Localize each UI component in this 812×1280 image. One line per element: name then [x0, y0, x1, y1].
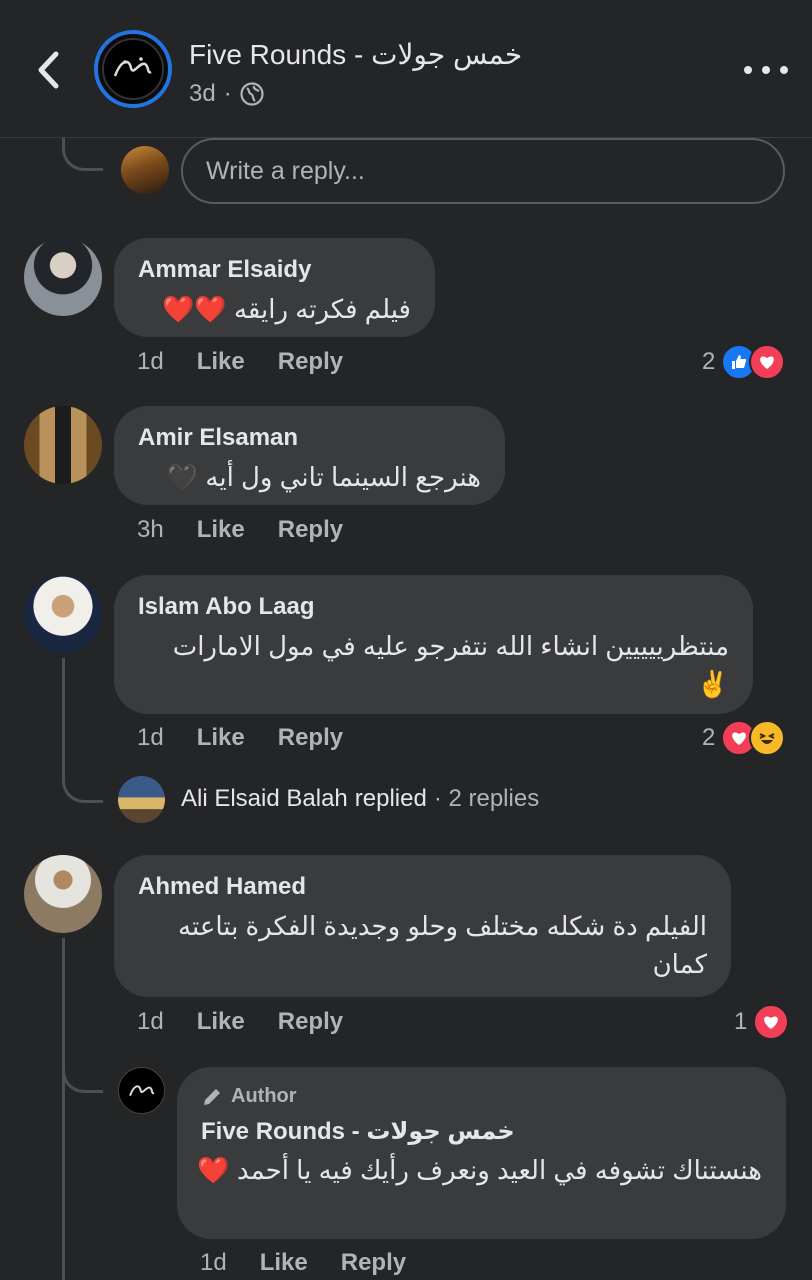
comment-author[interactable]: Ammar Elsaidy [138, 256, 311, 284]
comment-author[interactable]: Five Rounds - خمس جولات [201, 1117, 515, 1146]
chevron-left-icon [38, 51, 59, 89]
comment-bubble: Ammar Elsaidy فيلم فكرته رايقه ❤️❤️ [114, 238, 435, 337]
globe-icon [240, 82, 264, 106]
replies-count: · 2 replies [433, 785, 540, 812]
author-badge: Author [201, 1085, 297, 1108]
post-time[interactable]: 3d [189, 80, 216, 108]
like-link[interactable]: Like [197, 724, 245, 752]
comment-bubble: Amir Elsaman هنرجع السينما تاني ول أيه 🖤 [114, 406, 505, 505]
reply-link[interactable]: Reply [278, 348, 343, 376]
comment-text: فيلم فكرته رايقه ❤️❤️ [161, 294, 411, 324]
thread-line [62, 658, 65, 768]
thread-connector [62, 760, 103, 803]
more-options-button[interactable] [744, 60, 788, 80]
comment-time[interactable]: 3h [137, 516, 164, 544]
reply-link[interactable]: Reply [278, 724, 343, 752]
comment-bubble: Ahmed Hamed الفيلم دة شكله مختلف وحلو وج… [114, 855, 731, 997]
author-reply-avatar[interactable] [118, 1067, 165, 1114]
replier-name: Ali Elsaid Balah [181, 785, 348, 812]
replied-label: replied [354, 785, 427, 812]
author-reply-bubble: Author Five Rounds - خمس جولات هنستناك ت… [177, 1067, 786, 1239]
comment-text: هنستناك تشوفه في العيد ونعرف رأيك فيه يا… [197, 1155, 762, 1185]
thread-line [62, 938, 65, 1280]
reaction-count: 2 [702, 348, 716, 375]
like-link[interactable]: Like [260, 1249, 308, 1277]
comment-author[interactable]: Ahmed Hamed [138, 873, 306, 901]
reaction-count: 1 [734, 1008, 748, 1035]
comment-author[interactable]: Islam Abo Laag [138, 593, 314, 621]
post-meta: 3d · [189, 80, 264, 108]
back-button[interactable] [30, 48, 66, 92]
comment-time[interactable]: 1d [200, 1249, 227, 1277]
page-title[interactable]: Five Rounds - خمس جولات [189, 38, 522, 71]
like-link[interactable]: Like [197, 348, 245, 376]
reaction-summary[interactable]: 2 [702, 720, 786, 756]
comment-text: هنرجع السينما تاني ول أيه 🖤 [165, 462, 481, 492]
comment-time[interactable]: 1d [137, 1008, 164, 1036]
reply-input[interactable]: Write a reply... [181, 138, 785, 204]
commenter-avatar[interactable] [24, 855, 102, 933]
comment-actions: 1d Like Reply [137, 724, 343, 752]
reaction-summary[interactable]: 1 [734, 1004, 790, 1040]
meta-separator: · [223, 80, 232, 107]
reaction-count: 2 [702, 724, 716, 751]
pencil-icon [204, 1088, 220, 1105]
reply-link[interactable]: Reply [341, 1249, 406, 1277]
comment-text: منتظرييييين انشاء الله نتفرجو عليه في مو… [172, 631, 729, 699]
reaction-summary[interactable]: 2 [702, 344, 786, 380]
page-logo [102, 38, 164, 100]
author-badge-label: Author [231, 1085, 297, 1107]
comment-text: الفيلم دة شكله مختلف وحلو وجديدة الفكرة … [178, 911, 707, 979]
reply-link[interactable]: Reply [278, 516, 343, 544]
view-replies-link[interactable]: Ali Elsaid Balah replied · 2 replies [181, 785, 539, 813]
comment-time[interactable]: 1d [137, 348, 164, 376]
like-link[interactable]: Like [197, 1008, 245, 1036]
commenter-avatar[interactable] [24, 406, 102, 484]
reply-link[interactable]: Reply [278, 1008, 343, 1036]
love-reaction-icon [753, 1004, 790, 1040]
replies-avatar[interactable] [118, 776, 165, 823]
comment-actions: 3h Like Reply [137, 516, 343, 544]
like-link[interactable]: Like [197, 516, 245, 544]
commenter-avatar[interactable] [24, 575, 102, 653]
page-logo-icon [128, 1084, 154, 1096]
comment-time[interactable]: 1d [137, 724, 164, 752]
more-dots-icon [744, 66, 752, 74]
haha-reaction-icon [749, 720, 786, 756]
love-reaction-icon [749, 344, 786, 380]
current-user-avatar [121, 146, 169, 194]
thread-connector [62, 1060, 103, 1093]
more-dot [780, 66, 788, 74]
comment-actions: 1d Like Reply [137, 1008, 343, 1036]
comment-author[interactable]: Amir Elsaman [138, 424, 298, 452]
comment-actions: 1d Like Reply [137, 348, 343, 376]
more-dot [762, 66, 770, 74]
comment-actions: 1d Like Reply [200, 1249, 406, 1277]
comment-bubble: Islam Abo Laag منتظرييييين انشاء الله نت… [114, 575, 753, 714]
thread-connector [62, 138, 103, 171]
page-avatar[interactable] [94, 30, 172, 108]
commenter-avatar[interactable] [24, 238, 102, 316]
